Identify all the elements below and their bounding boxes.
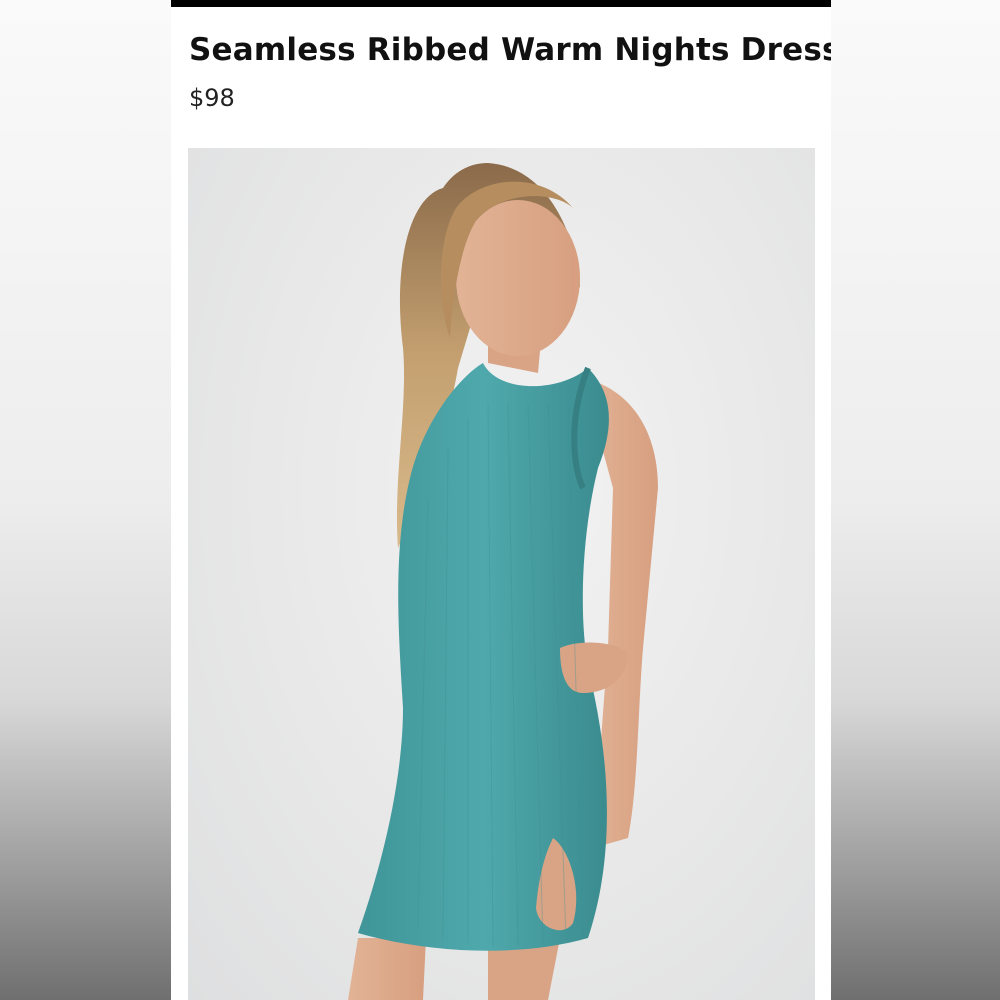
model-illustration (348, 163, 658, 1000)
product-price: $98 (189, 84, 235, 112)
product-image[interactable] (188, 148, 815, 1000)
product-title: Seamless Ribbed Warm Nights Dress (189, 32, 831, 68)
left-backdrop (0, 0, 171, 1000)
top-bar (171, 0, 831, 7)
product-card: Seamless Ribbed Warm Nights Dress $98 (171, 0, 831, 1000)
right-backdrop (831, 0, 1000, 1000)
